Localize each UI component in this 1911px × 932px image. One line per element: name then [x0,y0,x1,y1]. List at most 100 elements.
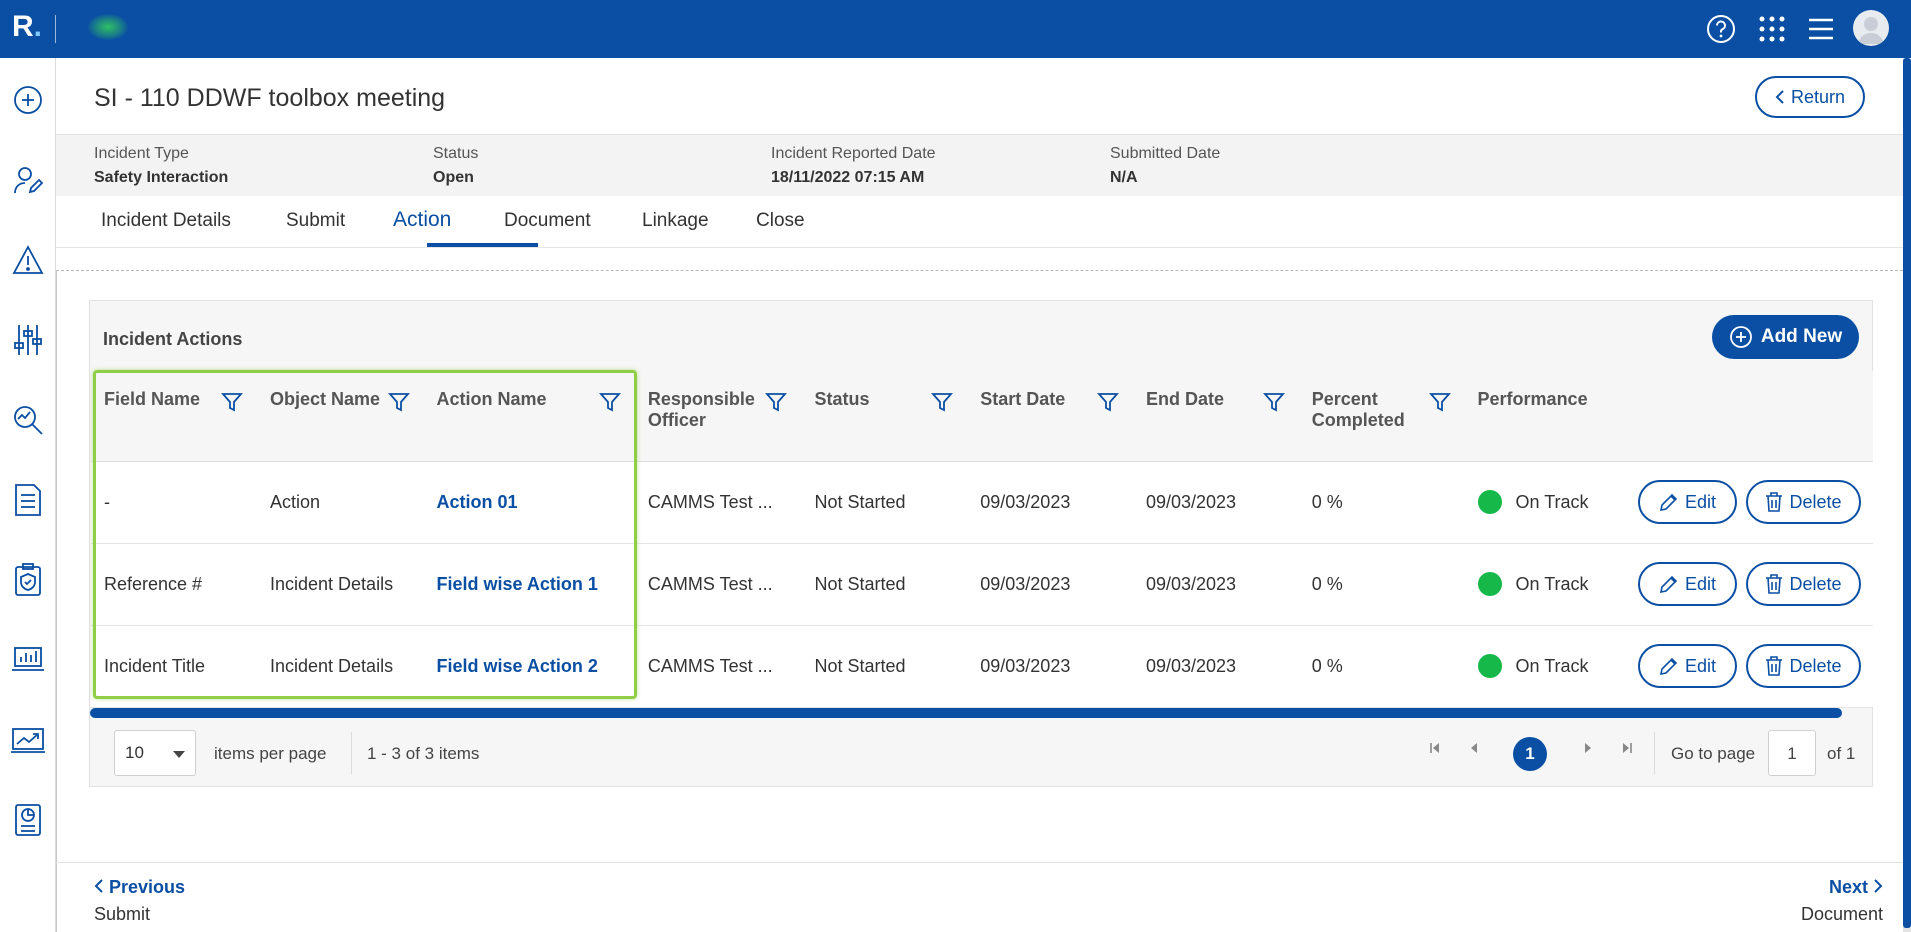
apps-grid-icon[interactable] [1754,11,1790,47]
warning-icon[interactable] [10,242,46,278]
col-responsible-officer: Responsible Officer [634,371,802,462]
pencil-icon [1659,575,1678,594]
cell-performance: On Track [1464,543,1625,626]
menu-icon[interactable] [1803,11,1839,47]
page-header: SI - 110 DDWF toolbox meeting Return [56,58,1903,134]
cell-object-name: Incident Details [257,543,424,626]
cell-object-name: Action [257,461,424,544]
filter-icon[interactable] [765,391,788,413]
filter-icon[interactable] [1097,391,1119,413]
avatar[interactable] [1853,10,1889,46]
status-dot-icon [1477,654,1502,678]
cell-percent: 0 % [1298,543,1465,626]
filter-icon[interactable] [221,391,243,413]
cell-performance: On Track [1464,625,1625,708]
delete-button[interactable]: Delete [1746,562,1861,606]
table-row: Incident Title Incident Details Field wi… [91,625,1873,708]
cell-actions: Edit Delete [1624,461,1873,544]
trash-icon [1766,492,1783,512]
laptop-chart-icon[interactable] [10,642,46,678]
tab-linkage[interactable]: Linkage [642,210,709,248]
prev-page-icon[interactable] [1469,742,1479,757]
tab-bar: Incident Details Submit Action Document … [56,196,1903,248]
cell-responsible-officer: CAMMS Test ... [634,543,802,626]
filter-icon[interactable] [931,391,954,413]
next-link[interactable]: Next [1829,877,1883,898]
add-new-button[interactable]: Add New [1712,315,1859,359]
cell-responsible-officer: CAMMS Test ... [634,625,802,708]
page-scrollbar-thumb[interactable] [1903,58,1911,928]
filter-icon[interactable] [387,391,410,413]
trash-icon [1766,574,1783,594]
footer-divider [56,862,1903,863]
add-new-label: Add New [1760,326,1843,347]
tab-close[interactable]: Close [756,210,805,248]
logo-divider [55,15,56,43]
search-chart-icon[interactable] [10,402,46,438]
tab-action[interactable]: Action [393,208,451,246]
report-icon[interactable] [10,802,46,838]
cell-status: Not Started [801,543,968,626]
pager-divider [1654,732,1655,774]
previous-step-label: Submit [94,904,151,924]
help-icon[interactable] [1703,11,1739,47]
cell-field-name: - [91,461,257,544]
table-header-row: Field Name Object Name Action Name Respo… [91,371,1873,462]
cell-start-date: 09/03/2023 [967,461,1133,544]
col-actions [1624,371,1873,462]
add-circle-icon[interactable] [10,82,46,118]
previous-link[interactable]: Previous [94,877,185,898]
delete-button[interactable]: Delete [1746,480,1861,524]
status-dot-icon [1477,572,1502,596]
chevron-left-icon [94,879,103,893]
cell-object-name: Incident Details [257,625,424,708]
items-per-page-label: items per page [214,744,327,763]
cell-field-name: Reference # [91,543,257,626]
edit-button[interactable]: Edit [1637,480,1737,524]
cell-status: Not Started [801,625,968,708]
edit-button[interactable]: Edit [1637,644,1737,688]
incident-meta: Incident Type Safety Interaction Status … [56,134,1903,196]
active-tab-indicator [427,243,538,247]
meta-status: Status Open [433,145,479,186]
edit-button[interactable]: Edit [1637,562,1737,606]
tenant-logo [88,14,128,40]
next-page-icon[interactable] [1583,742,1593,757]
app-logo[interactable]: R. [12,10,42,44]
col-end-date: End Date [1132,371,1299,462]
user-edit-icon[interactable] [10,162,46,198]
col-percent-completed: Percent Completed [1298,371,1465,462]
first-page-icon[interactable] [1429,742,1441,757]
trend-chart-icon[interactable] [10,722,46,758]
action-name-link[interactable]: Action 01 [423,461,635,544]
filter-icon[interactable] [598,391,621,413]
cell-performance: On Track [1464,461,1625,544]
pencil-icon [1659,493,1678,512]
meta-submitted-date: Submitted Date N/A [1110,145,1221,186]
tab-submit[interactable]: Submit [286,210,345,248]
col-status: Status [801,371,968,462]
action-name-link[interactable]: Field wise Action 2 [423,625,635,708]
table-horizontal-scrollbar[interactable] [90,708,1842,718]
tab-incident-details[interactable]: Incident Details [101,210,231,248]
filter-icon[interactable] [1262,391,1285,413]
delete-button[interactable]: Delete [1746,644,1861,688]
cell-status: Not Started [801,461,968,544]
last-page-icon[interactable] [1621,742,1633,757]
next-step-label: Document [1800,904,1883,924]
return-button[interactable]: Return [1755,76,1865,118]
caret-down-icon [173,751,185,758]
document-icon[interactable] [10,482,46,518]
page-size-select[interactable]: 10 [114,730,196,776]
sliders-icon[interactable] [10,322,46,358]
add-circle-icon [1729,326,1752,348]
current-page-button[interactable]: 1 [1513,737,1547,771]
top-bar: R. [0,0,1911,58]
table-row: - Action Action 01 CAMMS Test ... Not St… [91,461,1873,544]
meta-incident-type: Incident Type Safety Interaction [94,145,229,186]
shield-doc-icon[interactable] [10,562,46,598]
filter-icon[interactable] [1428,391,1451,413]
action-name-link[interactable]: Field wise Action 1 [423,543,635,626]
goto-page-input[interactable]: 1 [1768,730,1816,776]
cell-actions: Edit Delete [1624,543,1873,626]
